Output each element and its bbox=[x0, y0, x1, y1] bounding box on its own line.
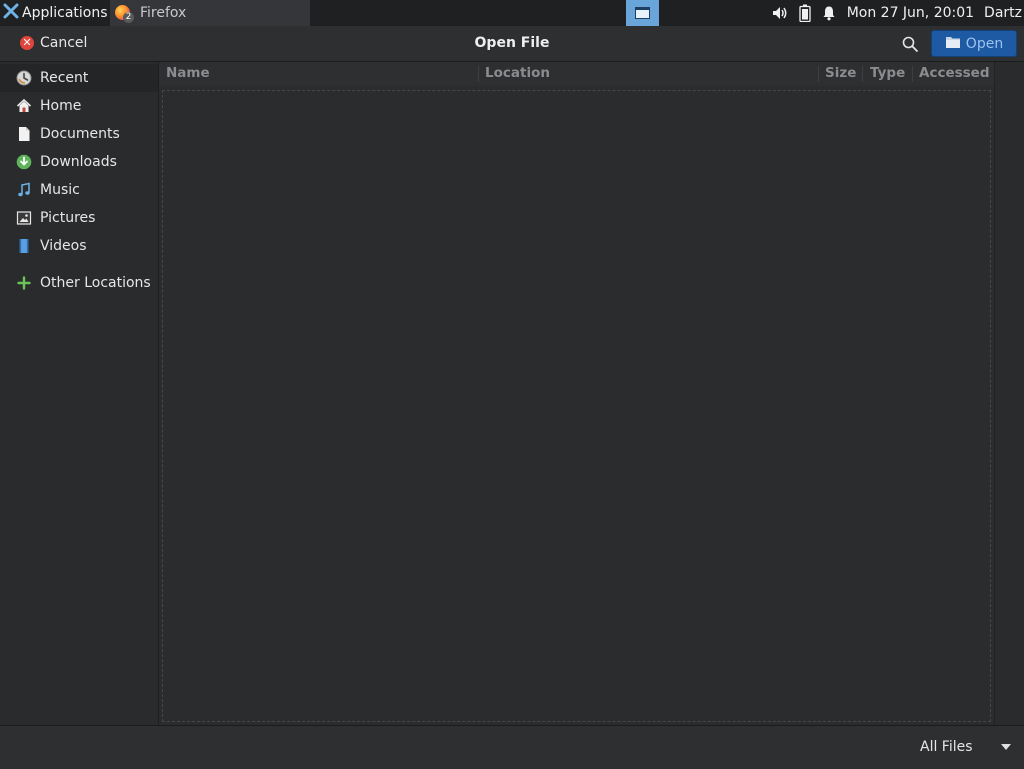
column-divider[interactable] bbox=[862, 66, 863, 82]
column-header-type[interactable]: Type bbox=[870, 62, 905, 86]
top-panel: Applications ☰ 2 Firefox bbox=[0, 0, 1024, 26]
open-button[interactable]: Open bbox=[931, 30, 1017, 57]
dialog-title: Open File bbox=[474, 35, 550, 51]
window-icon bbox=[635, 7, 650, 19]
file-list-empty-area[interactable] bbox=[162, 90, 991, 722]
user-menu[interactable]: Dartz bbox=[984, 5, 1022, 21]
filter-selected-value: All Files bbox=[920, 739, 973, 755]
sidebar-item-label: Home bbox=[40, 98, 82, 114]
battery-icon[interactable] bbox=[799, 4, 811, 22]
sidebar-item-home[interactable]: Home bbox=[0, 92, 158, 120]
sidebar-item-documents[interactable]: Documents bbox=[0, 120, 158, 148]
sidebar-item-other-locations[interactable]: Other Locations bbox=[0, 269, 158, 297]
search-icon bbox=[900, 36, 920, 58]
clock[interactable]: Mon 27 Jun, 20:01 bbox=[847, 5, 974, 21]
column-divider[interactable] bbox=[478, 66, 479, 82]
dialog-header: ✕ Cancel Open File Open bbox=[0, 26, 1024, 62]
sidebar-item-videos[interactable]: Videos bbox=[0, 232, 158, 260]
applications-label: Applications bbox=[22, 5, 108, 21]
system-tray: Mon 27 Jun, 20:01 Dartz bbox=[771, 0, 1024, 26]
file-list-view: Name Location Size Type Accessed bbox=[158, 62, 994, 725]
plus-icon bbox=[15, 274, 33, 292]
sidebar-item-recent[interactable]: Recent bbox=[0, 64, 158, 92]
sidebar-item-pictures[interactable]: Pictures bbox=[0, 204, 158, 232]
firefox-icon: 2 bbox=[114, 3, 134, 23]
sidebar-item-label: Documents bbox=[40, 126, 120, 142]
xfce-logo-icon bbox=[3, 3, 19, 23]
window-count-badge: 2 bbox=[123, 12, 134, 23]
sidebar-item-music[interactable]: Music bbox=[0, 176, 158, 204]
column-header-row: Name Location Size Type Accessed bbox=[159, 62, 994, 86]
dialog-footer: All Files bbox=[0, 725, 1024, 769]
column-header-name[interactable]: Name bbox=[166, 62, 210, 86]
taskbar-item-firefox[interactable]: 2 Firefox bbox=[110, 0, 310, 26]
column-header-accessed[interactable]: Accessed bbox=[919, 62, 990, 86]
music-icon bbox=[15, 181, 33, 199]
sidebar-item-label: Pictures bbox=[40, 210, 96, 226]
open-label: Open bbox=[965, 35, 1004, 52]
sidebar-item-label: Downloads bbox=[40, 154, 117, 170]
volume-icon[interactable] bbox=[771, 5, 789, 21]
workspace-switcher-button[interactable] bbox=[626, 0, 659, 26]
column-header-size[interactable]: Size bbox=[825, 62, 856, 86]
picture-icon bbox=[15, 209, 33, 227]
document-icon bbox=[15, 125, 33, 143]
file-type-filter-dropdown[interactable]: All Files bbox=[915, 735, 1019, 759]
sidebar-item-label: Videos bbox=[40, 238, 87, 254]
search-button[interactable] bbox=[900, 34, 920, 54]
vertical-scrollbar[interactable] bbox=[994, 62, 1024, 725]
places-sidebar: Recent Home Documents Downloads Music Pi… bbox=[0, 62, 158, 725]
sidebar-item-downloads[interactable]: Downloads bbox=[0, 148, 158, 176]
video-icon bbox=[15, 237, 33, 255]
column-divider[interactable] bbox=[912, 66, 913, 82]
column-divider[interactable] bbox=[818, 66, 819, 82]
column-header-location[interactable]: Location bbox=[485, 62, 550, 86]
sidebar-item-label: Recent bbox=[40, 70, 89, 86]
taskbar-item-label: Firefox bbox=[140, 5, 187, 21]
applications-menu-button[interactable]: Applications ☰ bbox=[0, 0, 119, 26]
home-icon bbox=[15, 97, 33, 115]
chevron-down-icon bbox=[1001, 744, 1011, 750]
notification-bell-icon[interactable] bbox=[821, 5, 837, 21]
sidebar-item-label: Other Locations bbox=[40, 275, 151, 291]
folder-icon bbox=[945, 35, 961, 53]
download-icon bbox=[15, 153, 33, 171]
clock-icon bbox=[15, 69, 33, 87]
sidebar-item-label: Music bbox=[40, 182, 80, 198]
